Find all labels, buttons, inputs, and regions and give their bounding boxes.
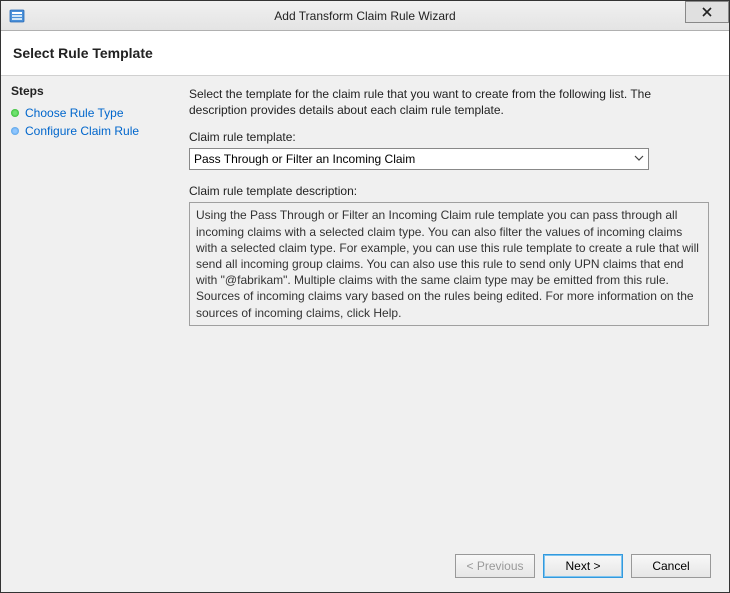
steps-heading: Steps (11, 84, 171, 98)
template-description-box: Using the Pass Through or Filter an Inco… (189, 202, 709, 325)
wizard-header: Select Rule Template (1, 31, 729, 76)
dropdown-selected-value: Pass Through or Filter an Incoming Claim (194, 152, 634, 166)
cancel-button[interactable]: Cancel (631, 554, 711, 578)
previous-button: < Previous (455, 554, 535, 578)
instruction-text: Select the template for the claim rule t… (189, 86, 711, 118)
step-label: Configure Claim Rule (25, 124, 139, 138)
wizard-content: Steps Choose Rule Type Configure Claim R… (1, 76, 729, 592)
wizard-main: Select the template for the claim rule t… (181, 76, 729, 592)
step-bullet-active-icon (11, 109, 19, 117)
next-button[interactable]: Next > (543, 554, 623, 578)
steps-sidebar: Steps Choose Rule Type Configure Claim R… (1, 76, 181, 592)
chevron-down-icon (634, 153, 644, 166)
step-bullet-inactive-icon (11, 127, 19, 135)
wizard-button-row: < Previous Next > Cancel (455, 554, 711, 578)
step-label: Choose Rule Type (25, 106, 124, 120)
close-icon (702, 4, 712, 20)
titlebar-title: Add Transform Claim Rule Wizard (1, 9, 729, 23)
page-title: Select Rule Template (13, 45, 153, 61)
step-configure-claim-rule[interactable]: Configure Claim Rule (11, 122, 171, 140)
template-label: Claim rule template: (189, 130, 711, 144)
close-button[interactable] (685, 1, 729, 23)
claim-rule-template-dropdown[interactable]: Pass Through or Filter an Incoming Claim (189, 148, 649, 170)
app-icon (9, 8, 25, 24)
step-choose-rule-type[interactable]: Choose Rule Type (11, 104, 171, 122)
description-label: Claim rule template description: (189, 184, 711, 198)
titlebar: Add Transform Claim Rule Wizard (1, 1, 729, 31)
